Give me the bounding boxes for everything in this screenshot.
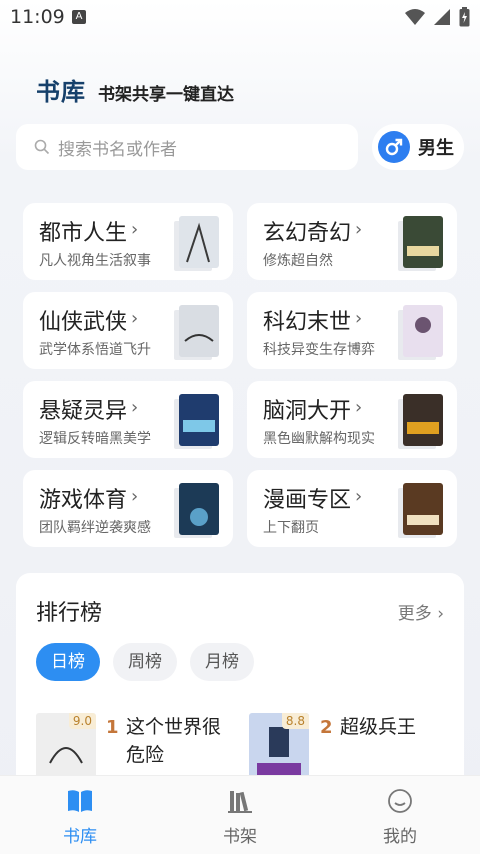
rank-number: 1 — [106, 717, 119, 738]
book-open-icon — [68, 790, 92, 812]
ranking-title: 排行榜 — [36, 601, 103, 626]
nav-item-library[interactable]: 书库 — [40, 788, 120, 847]
book-title[interactable]: 这个世界很 危险 — [126, 713, 221, 769]
search-icon — [34, 139, 50, 155]
nav-label: 书架 — [223, 827, 257, 847]
chevron-right-icon: › — [131, 308, 139, 329]
category-desc: 逻辑反转暗黑美学 — [39, 431, 151, 447]
gender-label: 男生 — [418, 138, 454, 159]
category-cover — [179, 483, 219, 535]
category-name: 漫画专区 — [263, 488, 352, 513]
ranking-more-link[interactable]: 更多 › — [398, 599, 444, 624]
book-cover[interactable]: 8.8 — [249, 713, 309, 783]
nav-item-bookshelf[interactable]: 书架 — [200, 788, 280, 847]
status-icons — [405, 7, 470, 27]
category-name: 玄幻奇幻 — [263, 221, 352, 246]
category-card-youxi[interactable]: 游戏体育 › 团队羁绊逆袭爽感 — [23, 470, 233, 547]
category-desc: 凡人视角生活叙事 — [39, 253, 151, 269]
ranking-panel: 排行榜 更多 › 日榜 周榜 月榜 9.0 1 这个世界很 危险 8.8 2 超… — [16, 573, 464, 803]
male-icon — [378, 131, 410, 163]
chevron-right-icon: › — [437, 604, 444, 624]
chevron-right-icon: › — [131, 397, 139, 418]
rank-number: 2 — [320, 717, 333, 738]
category-name: 科幻末世 — [263, 310, 352, 335]
category-cover — [403, 216, 443, 268]
bookshelf-icon — [228, 791, 252, 813]
chevron-right-icon: › — [355, 219, 363, 240]
nav-label: 书库 — [63, 827, 97, 847]
status-time: 11:09 — [10, 6, 65, 28]
tab-weekly[interactable]: 周榜 — [113, 643, 177, 681]
category-name: 仙侠武侠 — [39, 310, 128, 335]
category-cover — [179, 394, 219, 446]
gender-toggle-button[interactable]: 男生 — [372, 124, 464, 170]
category-cover — [403, 394, 443, 446]
book-score: 9.0 — [68, 713, 96, 729]
category-card-xianxia[interactable]: 仙侠武侠 › 武学体系悟道飞升 — [23, 292, 233, 369]
page-header: 书库 书架共享一键直达 — [36, 72, 234, 107]
smiley-icon — [388, 789, 412, 813]
book-score: 8.8 — [281, 713, 309, 729]
search-placeholder: 搜索书名或作者 — [58, 139, 177, 160]
signal-icon — [434, 9, 450, 25]
book-title-line: 危险 — [126, 744, 165, 766]
category-desc: 修炼超自然 — [263, 253, 333, 269]
wifi-icon — [405, 9, 425, 25]
page-subtitle: 书架共享一键直达 — [98, 85, 234, 105]
tab-daily[interactable]: 日榜 — [36, 643, 100, 681]
book-cover[interactable]: 9.0 — [36, 713, 96, 783]
category-card-dushi[interactable]: 都市人生 › 凡人视角生活叙事 — [23, 203, 233, 280]
category-card-kehuan[interactable]: 科幻末世 › 科技异变生存博弈 — [247, 292, 457, 369]
category-card-naodong[interactable]: 脑洞大开 › 黑色幽默解构现实 — [247, 381, 457, 458]
category-name: 游戏体育 — [39, 488, 128, 513]
more-label: 更多 — [397, 604, 432, 624]
search-input[interactable]: 搜索书名或作者 — [16, 124, 358, 170]
book-title-line: 这个世界很 — [126, 716, 222, 738]
book-title-line: 超级兵王 — [340, 716, 417, 738]
page-title: 书库 — [36, 78, 86, 106]
category-cover — [403, 305, 443, 357]
bottom-nav: 书库 书架 我的 — [0, 775, 480, 854]
nav-item-profile[interactable]: 我的 — [360, 788, 440, 847]
category-card-xuanhuan[interactable]: 玄幻奇幻 › 修炼超自然 — [247, 203, 457, 280]
category-card-xuanyi[interactable]: 悬疑灵异 › 逻辑反转暗黑美学 — [23, 381, 233, 458]
battery-icon — [459, 7, 470, 27]
category-cover — [179, 305, 219, 357]
category-desc: 科技异变生存博弈 — [263, 342, 375, 358]
category-desc: 黑色幽默解构现实 — [263, 431, 375, 447]
notification-icon: A — [72, 10, 86, 24]
category-name: 脑洞大开 — [263, 399, 352, 424]
book-title[interactable]: 超级兵王 — [340, 713, 416, 741]
chevron-right-icon: › — [355, 308, 363, 329]
category-name: 悬疑灵异 — [39, 399, 128, 424]
chevron-right-icon: › — [355, 397, 363, 418]
category-cover — [179, 216, 219, 268]
category-desc: 武学体系悟道飞升 — [39, 342, 151, 358]
category-cover — [403, 483, 443, 535]
category-desc: 上下翻页 — [263, 520, 319, 536]
chevron-right-icon: › — [355, 486, 363, 507]
status-bar: 11:09 A — [0, 0, 480, 34]
category-card-manhua[interactable]: 漫画专区 › 上下翻页 — [247, 470, 457, 547]
nav-label: 我的 — [383, 827, 417, 847]
chevron-right-icon: › — [131, 219, 139, 240]
category-name: 都市人生 — [39, 221, 128, 246]
chevron-right-icon: › — [131, 486, 139, 507]
category-desc: 团队羁绊逆袭爽感 — [39, 520, 151, 536]
tab-monthly[interactable]: 月榜 — [190, 643, 254, 681]
